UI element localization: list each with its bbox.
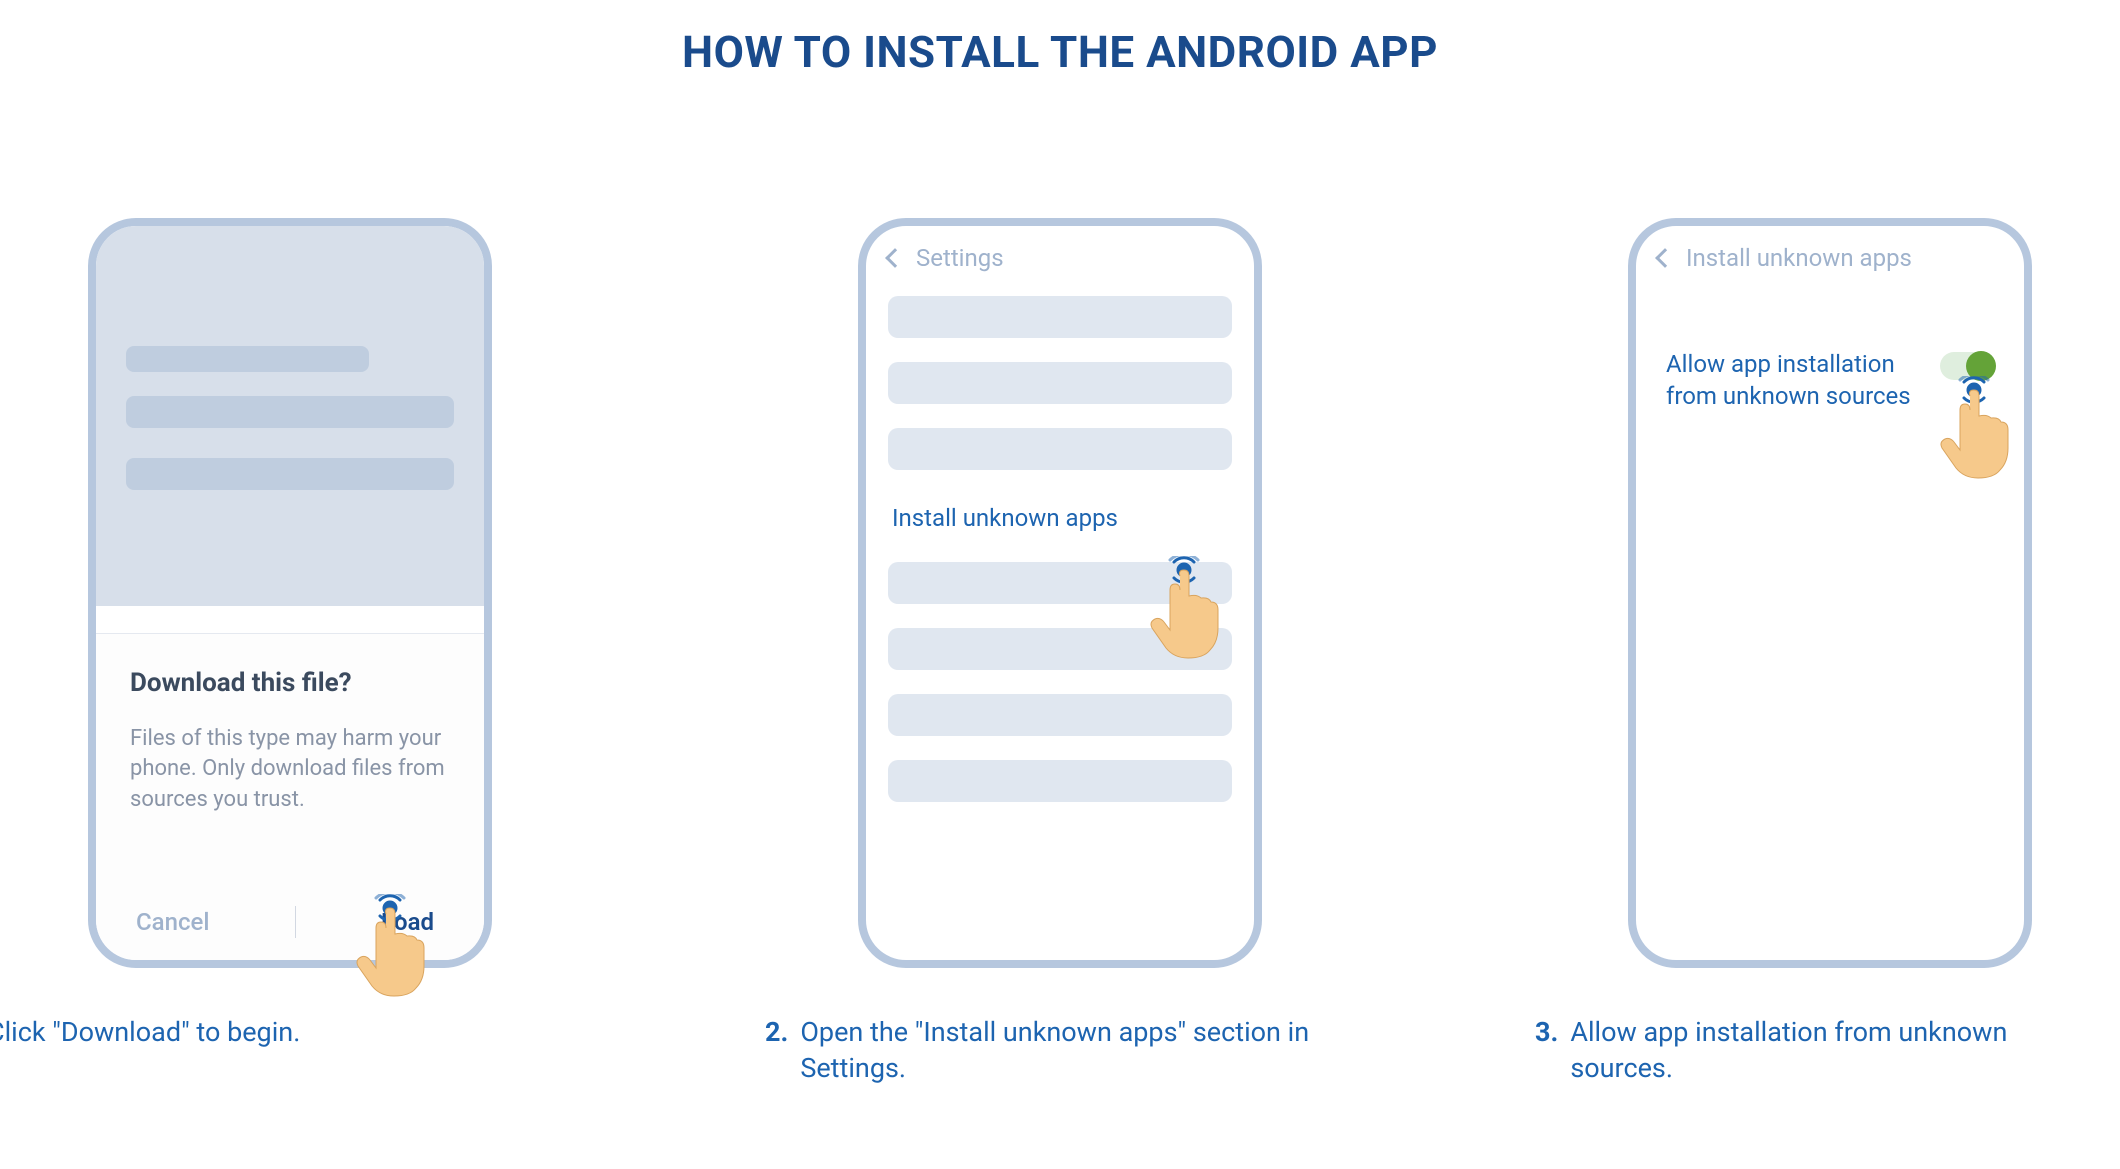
allow-unknown-toggle[interactable]	[1940, 352, 1994, 380]
dialog-body: Files of this type may harm your phone. …	[130, 724, 450, 816]
step-3: Install unknown apps Allow app installat…	[1610, 218, 2050, 1087]
caption-number: 3.	[1535, 1014, 1558, 1087]
settings-list: Install unknown apps	[866, 282, 1254, 840]
step-1: Download this file? Files of this type m…	[70, 218, 510, 1087]
background-content	[96, 226, 484, 606]
screen-header[interactable]: Install unknown apps	[1636, 226, 2024, 282]
settings-item-placeholder	[888, 296, 1232, 338]
placeholder-bar	[126, 396, 454, 428]
settings-item-placeholder	[888, 562, 1232, 604]
unknown-apps-panel: Allow app installation from unknown sour…	[1636, 282, 2024, 439]
settings-item-placeholder	[888, 760, 1232, 802]
caption-text: Allow app installation from unknown sour…	[1570, 1014, 2095, 1087]
install-guide: HOW TO INSTALL THE ANDROID APP Download …	[0, 0, 2120, 1087]
dialog-actions: Cancel Load	[130, 906, 450, 938]
settings-item-placeholder	[888, 428, 1232, 470]
toggle-knob	[1966, 351, 1996, 381]
header-title: Install unknown apps	[1686, 244, 1912, 272]
placeholder-bar	[126, 346, 369, 372]
settings-item-placeholder	[888, 694, 1232, 736]
caption-text: Open the "Install unknown apps" section …	[800, 1014, 1325, 1087]
cancel-button[interactable]: Cancel	[136, 908, 209, 936]
steps-row: Download this file? Files of this type m…	[0, 218, 2120, 1087]
divider	[295, 906, 296, 938]
step-2: Settings Install unknown apps	[840, 218, 1280, 1087]
caption-number: 2.	[765, 1014, 788, 1087]
back-chevron-icon	[1655, 248, 1675, 268]
phone-mockup-3: Install unknown apps Allow app installat…	[1628, 218, 2032, 968]
settings-item-placeholder	[888, 628, 1232, 670]
install-unknown-apps-link[interactable]: Install unknown apps	[888, 494, 1232, 562]
page-title: HOW TO INSTALL THE ANDROID APP	[0, 26, 2120, 78]
placeholder-bar	[126, 458, 454, 490]
back-chevron-icon	[885, 248, 905, 268]
header-title: Settings	[916, 244, 1004, 272]
download-dialog: Download this file? Files of this type m…	[96, 633, 484, 960]
phone-screen: Settings Install unknown apps	[866, 226, 1254, 960]
dialog-title: Download this file?	[130, 668, 450, 698]
phone-mockup-1: Download this file? Files of this type m…	[88, 218, 492, 968]
toggle-label: Allow app installation from unknown sour…	[1666, 348, 1924, 413]
step-caption: 3. Allow app installation from unknown s…	[1535, 1014, 2095, 1087]
step-caption: 2. Open the "Install unknown apps" secti…	[765, 1014, 1325, 1087]
phone-mockup-2: Settings Install unknown apps	[858, 218, 1262, 968]
load-button[interactable]: Load	[381, 908, 444, 936]
settings-item-placeholder	[888, 362, 1232, 404]
phone-screen: Download this file? Files of this type m…	[96, 226, 484, 960]
allow-unknown-row: Allow app installation from unknown sour…	[1666, 348, 1994, 413]
caption-text: Click "Download" to begin.	[0, 1014, 535, 1050]
step-caption: Click "Download" to begin.	[0, 1014, 535, 1050]
phone-screen: Install unknown apps Allow app installat…	[1636, 226, 2024, 960]
screen-header[interactable]: Settings	[866, 226, 1254, 282]
